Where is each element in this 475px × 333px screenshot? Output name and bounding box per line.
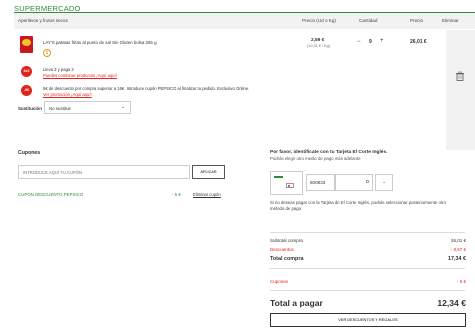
summary-divider-mid <box>270 268 465 269</box>
remove-column <box>446 30 475 150</box>
coupons-summary-value: - 5 € <box>456 279 466 284</box>
total-to-pay-label: Total a pagar <box>270 298 323 308</box>
identify-title: Por favor, identifícate con tu Tarjeta E… <box>270 150 388 155</box>
remove-coupon-link[interactable]: Eliminar cupón <box>193 192 221 197</box>
coupon-input[interactable] <box>19 166 189 178</box>
chips-bag-image[interactable] <box>20 36 33 53</box>
col-price-header: Precio (Ud o Kg) <box>302 18 336 23</box>
col-remove-header: Eliminar <box>442 18 459 23</box>
rating-badge: 2 <box>43 49 51 57</box>
total-value: 17,34 € <box>448 256 466 262</box>
quantity-value[interactable]: 9 <box>369 39 372 45</box>
promo-5eur-line: 5€ de descuento por compra superior a 16… <box>43 86 250 91</box>
promo-3x2-link[interactable]: Puedes combinar productos ¡Aquí aquí! <box>43 73 117 79</box>
subtotal-value: 26,01 € <box>450 238 466 243</box>
subtotal-label: Subtotal compra <box>270 238 303 243</box>
product-name[interactable]: LAY'S patatas fritas al punto de sal Sin… <box>43 40 157 45</box>
identify-subtitle: Podrás elegir otro medio de pago más ade… <box>270 156 361 161</box>
coupons-summary-label: Cupones <box>270 279 289 284</box>
col-total-header: Precio <box>410 18 424 23</box>
identify-note: Si no deseas pagar con la Tarjeta de El … <box>270 200 446 211</box>
cart-header-bar <box>14 13 475 29</box>
card-prefix: 600833 <box>306 174 335 191</box>
coupons-title: Cupones <box>18 150 41 156</box>
chevron-down-icon: ⌄ <box>120 104 125 110</box>
unit-price-per-kg: (10,91 € / Kg) <box>307 44 331 48</box>
discounts-value: - 8,67 € <box>450 247 466 252</box>
eci-card-icon <box>270 171 303 195</box>
total-to-pay-value: 12,34 € <box>437 298 466 308</box>
line-total: 26,01 € <box>410 39 427 45</box>
summary-divider-bottom <box>270 290 465 291</box>
promo-3x2-badge: 3x2 <box>21 66 32 77</box>
promo-5eur-badge: -5€ <box>21 85 32 96</box>
quantity-decrease-button[interactable]: − <box>357 39 361 45</box>
unit-price: 2,59 € <box>311 38 325 43</box>
substitution-select[interactable]: No sustituir ⌄ <box>44 101 131 114</box>
chevron-down-icon: ⌄ <box>382 179 387 185</box>
view-discounts-button[interactable]: VER DESCUENTOS Y REGALOS <box>270 313 466 327</box>
promo-5eur-text: 5€ de descuento por compra superior a 16… <box>43 86 249 97</box>
summary-divider-top <box>270 232 465 233</box>
promo-5eur-link[interactable]: Ver promoción ¡Aquí aquí! <box>43 92 249 98</box>
substitution-label: Sustitución <box>18 106 42 111</box>
substitution-selected: No sustituir <box>49 105 71 111</box>
discounts-label: Descuentos <box>270 247 294 252</box>
coupon-input-wrapper <box>18 165 190 179</box>
promo-3x2-text: Lleva 3 y paga 2 Puedes combinar product… <box>43 67 117 78</box>
apply-coupon-button[interactable]: APLICAR <box>192 165 225 179</box>
card-select[interactable]: ⌄ <box>375 174 393 191</box>
applied-coupon-amount: - 5 € <box>172 192 181 197</box>
card-control-letter: D <box>366 179 370 184</box>
total-label: Total compra <box>270 256 304 262</box>
quantity-increase-button[interactable]: + <box>380 38 384 44</box>
applied-coupon-name: CUPÓN DESCUENTO PEPSICO <box>18 192 84 197</box>
col-quantity-header: Cantidad <box>359 18 378 23</box>
trash-icon[interactable] <box>455 71 465 81</box>
category-title: Aperitivos y frutos secos <box>18 18 68 23</box>
